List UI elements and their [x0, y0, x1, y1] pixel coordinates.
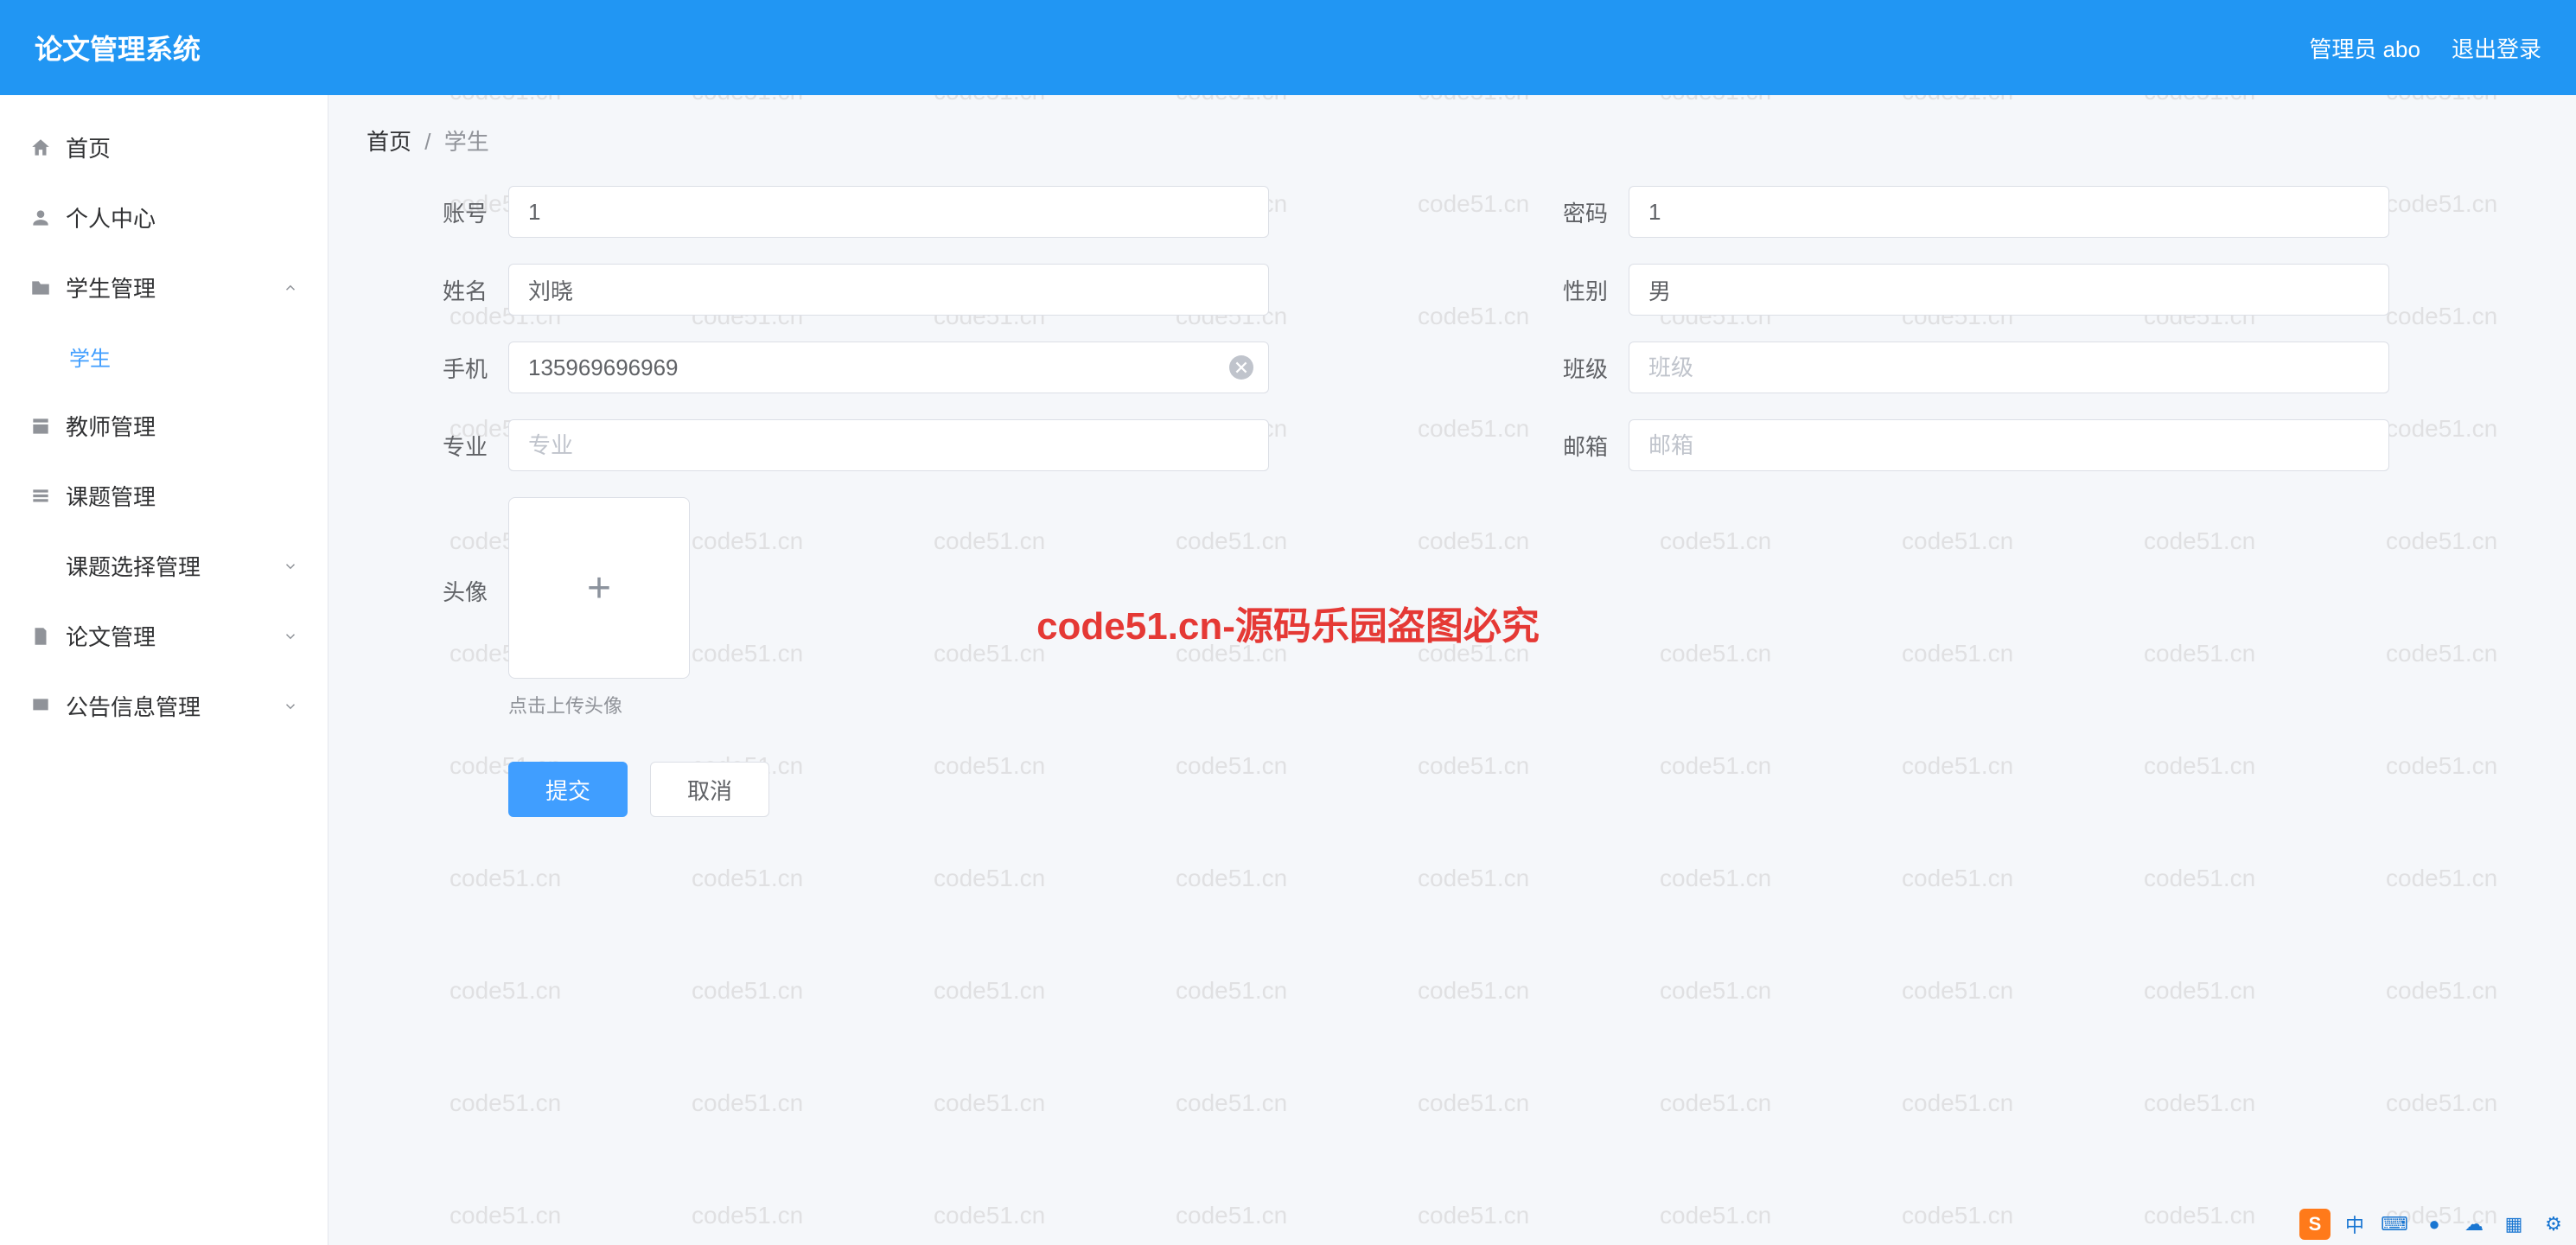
admin-label[interactable]: 管理员 abo: [2309, 32, 2420, 64]
ime-status-icon[interactable]: 中: [2339, 1209, 2370, 1240]
system-tray: S 中 ⌨ ● ☁ ▦ ⚙: [2299, 1209, 2569, 1240]
gender-label: 性别: [1521, 274, 1608, 306]
avatar-hint: 点击上传头像: [508, 691, 690, 718]
major-label: 专业: [401, 430, 488, 462]
teacher-icon: [29, 415, 52, 437]
sidebar-item-4[interactable]: 课题管理: [0, 461, 328, 531]
sidebar-item-6[interactable]: 论文管理: [0, 601, 328, 671]
cancel-button[interactable]: 取消: [650, 762, 769, 817]
sidebar-item-label: 课题选择管理: [66, 550, 201, 582]
chevron-down-icon: [283, 559, 298, 574]
chevron-up-icon: [283, 280, 298, 296]
main-content: 首页 / 学生 账号 密码 姓名 性别 手机: [328, 95, 2576, 1245]
topic-icon: [29, 485, 52, 508]
tray-mic-icon[interactable]: ●: [2419, 1209, 2450, 1240]
account-input[interactable]: [508, 186, 1269, 238]
chevron-down-icon: [283, 629, 298, 644]
sidebar-item-label: 公告信息管理: [66, 690, 201, 722]
account-label: 账号: [401, 196, 488, 228]
tray-gear-icon[interactable]: ⚙: [2538, 1209, 2569, 1240]
sidebar-item-1[interactable]: 个人中心: [0, 182, 328, 252]
tray-grid-icon[interactable]: ▦: [2498, 1209, 2529, 1240]
email-label: 邮箱: [1521, 430, 1608, 462]
avatar-upload[interactable]: +: [508, 497, 690, 679]
name-input[interactable]: [508, 264, 1269, 316]
sidebar-item-label: 首页: [66, 131, 111, 163]
person-icon: [29, 207, 52, 229]
tray-cloud-icon[interactable]: ☁: [2458, 1209, 2490, 1240]
sidebar-item-0[interactable]: 首页: [0, 112, 328, 182]
chevron-down-icon: [283, 699, 298, 714]
sidebar: 首页个人中心学生管理学生教师管理课题管理课题选择管理论文管理公告信息管理: [0, 95, 328, 1245]
sidebar-item-label: 学生管理: [66, 271, 156, 303]
plus-icon: +: [587, 565, 611, 612]
header-bar: 论文管理系统 管理员 abo 退出登录: [0, 0, 2576, 95]
sidebar-item-label: 个人中心: [66, 201, 156, 233]
clear-icon[interactable]: [1229, 355, 1253, 380]
sidebar-subitem-2-0[interactable]: 学生: [0, 322, 328, 391]
sidebar-item-label: 教师管理: [66, 410, 156, 442]
name-label: 姓名: [401, 274, 488, 306]
sidebar-item-label: 课题管理: [66, 480, 156, 512]
sidebar-item-7[interactable]: 公告信息管理: [0, 671, 328, 741]
logout-link[interactable]: 退出登录: [2452, 32, 2541, 64]
sidebar-item-label: 论文管理: [66, 620, 156, 652]
phone-input[interactable]: [508, 342, 1269, 393]
breadcrumb-separator: /: [424, 129, 430, 155]
sidebar-item-3[interactable]: 教师管理: [0, 391, 328, 461]
app-title: 论文管理系统: [35, 28, 201, 67]
password-input[interactable]: [1629, 186, 2389, 238]
submit-button[interactable]: 提交: [508, 762, 628, 817]
major-input[interactable]: [508, 419, 1269, 471]
avatar-label: 头像: [401, 575, 488, 607]
class-label: 班级: [1521, 352, 1608, 384]
class-input[interactable]: [1629, 342, 2389, 393]
select-icon: [29, 555, 52, 578]
paper-icon: [29, 625, 52, 648]
breadcrumb-root[interactable]: 首页: [367, 129, 411, 155]
ime-switch-icon[interactable]: S: [2299, 1209, 2331, 1240]
phone-label: 手机: [401, 352, 488, 384]
folder-icon: [29, 277, 52, 299]
breadcrumb: 首页 / 学生: [367, 124, 2538, 156]
notice-icon: [29, 695, 52, 718]
breadcrumb-current: 学生: [444, 129, 489, 155]
sidebar-item-5[interactable]: 课题选择管理: [0, 531, 328, 601]
sidebar-item-2[interactable]: 学生管理: [0, 252, 328, 322]
password-label: 密码: [1521, 196, 1608, 228]
email-input[interactable]: [1629, 419, 2389, 471]
gender-input[interactable]: [1629, 264, 2389, 316]
tray-keyboard-icon[interactable]: ⌨: [2379, 1209, 2410, 1240]
home-icon: [29, 137, 52, 159]
